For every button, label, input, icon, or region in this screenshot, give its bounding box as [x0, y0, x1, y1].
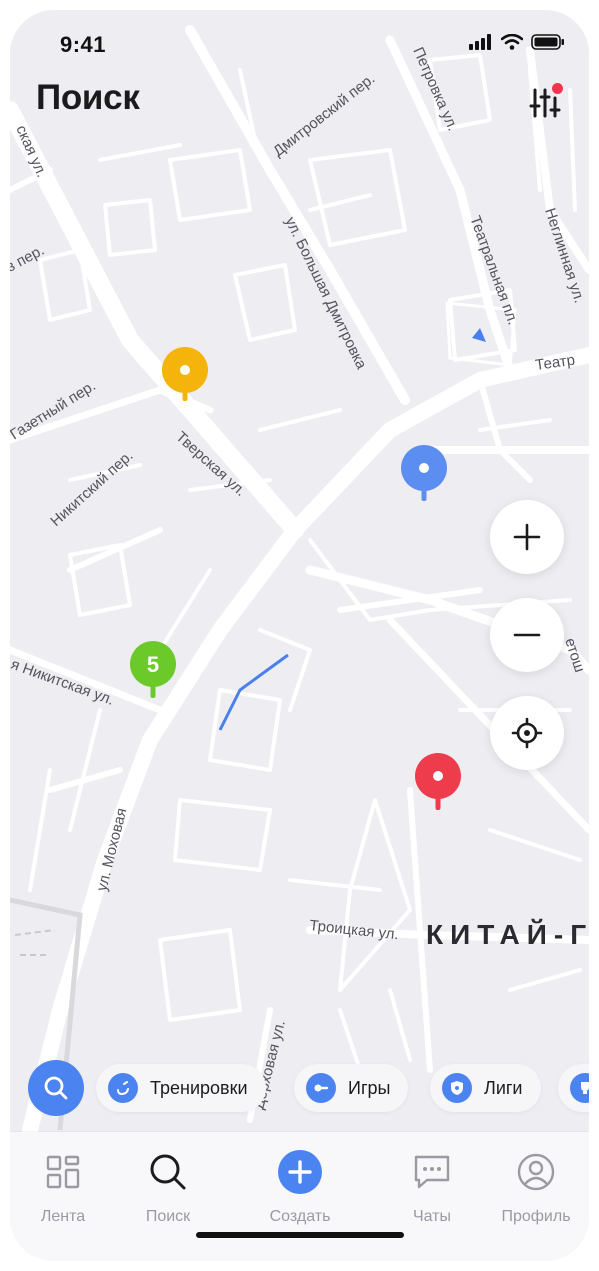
phone-screen: Тверская ул. Дмитровский пер. Петровка у…: [10, 10, 589, 1261]
zoom-out-button[interactable]: [490, 598, 564, 672]
search-fab-button[interactable]: [28, 1060, 84, 1116]
chip-label: Игры: [348, 1077, 391, 1098]
tab-feed[interactable]: Лента: [13, 1150, 113, 1226]
tab-label: Поиск: [145, 1208, 191, 1225]
shield-icon: [442, 1073, 472, 1103]
status-icons: [469, 34, 565, 50]
status-time: 9:41: [60, 32, 107, 57]
chip-label: Лиги: [484, 1077, 523, 1098]
chip-leagues[interactable]: Лиги: [430, 1064, 541, 1112]
chip-tournaments[interactable]: [558, 1064, 589, 1112]
locate-me-button[interactable]: [490, 696, 564, 770]
battery-icon: [531, 34, 564, 50]
category-chips: Тренировки Игры Лиги: [28, 1060, 589, 1116]
wifi-icon: [501, 34, 523, 50]
tab-search[interactable]: Поиск: [118, 1150, 218, 1226]
tab-chats[interactable]: Чаты: [382, 1150, 482, 1226]
home-indicator: [196, 1232, 404, 1238]
tab-label: Создать: [269, 1208, 331, 1225]
status-bar: 9:41: [10, 10, 589, 80]
whistle-icon: [108, 1073, 138, 1103]
tab-profile[interactable]: Профиль: [486, 1150, 586, 1226]
chip-games[interactable]: Игры: [294, 1064, 409, 1112]
bottom-tab-bar: Лента Поиск Создать Чаты Профиль: [10, 1132, 589, 1261]
cellular-signal-icon: [469, 34, 491, 50]
controller-icon: [306, 1073, 336, 1103]
plus-circle-icon: [278, 1150, 322, 1194]
filter-button[interactable]: [526, 80, 570, 124]
minus-icon: [513, 633, 541, 637]
chip-label: Тренировки: [150, 1077, 248, 1098]
chip-trainings[interactable]: Тренировки: [96, 1064, 266, 1112]
tab-label: Лента: [40, 1208, 86, 1225]
crosshair-icon: [511, 717, 543, 749]
grid-icon: [46, 1155, 80, 1189]
search-icon: [44, 1076, 68, 1100]
filter-badge: [552, 83, 563, 94]
zoom-in-button[interactable]: [490, 500, 564, 574]
page-title: Поиск: [36, 78, 140, 117]
profile-icon: [517, 1153, 555, 1191]
chat-icon: [414, 1155, 450, 1189]
plus-icon: [513, 523, 541, 551]
tab-label: Профиль: [501, 1208, 571, 1225]
district-label: КИТАЙ-Г: [426, 918, 589, 950]
cluster-count: 5: [147, 652, 159, 677]
search-icon: [150, 1154, 186, 1190]
trophy-icon: [570, 1073, 589, 1103]
tab-label: Чаты: [412, 1208, 452, 1225]
tab-create[interactable]: Создать: [250, 1150, 350, 1226]
